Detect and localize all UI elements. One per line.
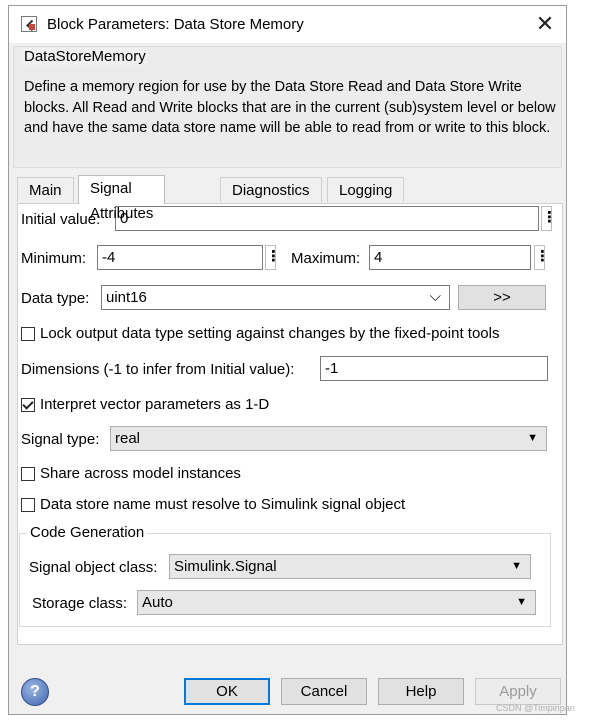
simulink-block-icon xyxy=(21,16,38,32)
maximum-field[interactable]: 4 xyxy=(369,245,531,270)
dimensions-field[interactable]: -1 xyxy=(320,356,548,381)
minimum-more-icon[interactable]: ⋮ xyxy=(265,245,281,270)
tab-diagnostics[interactable]: Diagnostics xyxy=(220,177,322,202)
resolve-signal-label: Data store name must resolve to Simulink… xyxy=(40,496,406,513)
data-type-combo[interactable]: uint16 ⌵ xyxy=(101,285,450,310)
initial-value-label: Initial value: xyxy=(21,211,101,228)
share-instances-label: Share across model instances xyxy=(40,465,241,482)
lock-output-label: Lock output data type setting against ch… xyxy=(40,325,500,342)
initial-value-more-icon[interactable]: ⋮ xyxy=(541,206,557,231)
signal-object-class-dropdown[interactable]: Simulink.Signal ▼ xyxy=(169,554,531,579)
minimum-field[interactable]: -4 xyxy=(97,245,263,270)
initial-value-field[interactable]: 0 xyxy=(115,206,539,231)
tab-main[interactable]: Main xyxy=(17,177,74,202)
apply-button[interactable]: Apply xyxy=(475,678,561,705)
tab-logging[interactable]: Logging xyxy=(327,177,405,202)
signal-object-class-label: Signal object class: xyxy=(29,559,158,576)
dimensions-label: Dimensions (-1 to infer from Initial val… xyxy=(21,361,295,378)
signal-type-value: real xyxy=(115,430,141,447)
cancel-button[interactable]: Cancel xyxy=(281,678,367,705)
code-generation-heading: Code Generation xyxy=(27,524,148,541)
minimum-label: Minimum: xyxy=(21,250,87,267)
data-type-assistant-button[interactable]: >> xyxy=(458,285,546,310)
interpret-vector-checkbox[interactable] xyxy=(21,398,35,412)
window-title: Block Parameters: Data Store Memory xyxy=(47,16,304,33)
interpret-vector-label: Interpret vector parameters as 1-D xyxy=(40,396,270,413)
watermark: CSDN @Timpinpan xyxy=(496,703,575,713)
lock-output-checkbox[interactable] xyxy=(21,327,35,341)
dropdown-arrow-icon: ▼ xyxy=(527,432,538,444)
help-button[interactable]: Help xyxy=(378,678,464,705)
storage-class-dropdown[interactable]: Auto ▼ xyxy=(137,590,536,615)
block-parameters-dialog: Block Parameters: Data Store Memory ✕ Da… xyxy=(8,5,567,715)
maximum-more-icon[interactable]: ⋮ xyxy=(534,245,550,270)
data-type-label: Data type: xyxy=(21,290,90,307)
ok-button[interactable]: OK xyxy=(184,678,270,705)
dropdown-arrow-icon: ▼ xyxy=(516,596,527,608)
storage-class-value: Auto xyxy=(142,594,173,611)
share-instances-checkbox[interactable] xyxy=(21,467,35,481)
signal-type-dropdown[interactable]: real ▼ xyxy=(110,426,547,451)
title-bar: Block Parameters: Data Store Memory ✕ xyxy=(9,6,566,43)
storage-class-label: Storage class: xyxy=(32,595,128,612)
maximum-label: Maximum: xyxy=(291,250,361,267)
tab-signal-attributes[interactable]: Signal Attributes xyxy=(78,175,166,222)
signal-object-class-value: Simulink.Signal xyxy=(174,558,277,575)
chevron-down-icon: ⌵ xyxy=(429,288,441,305)
data-type-value: uint16 xyxy=(106,289,147,306)
checkmark-icon xyxy=(22,398,34,410)
resolve-signal-checkbox[interactable] xyxy=(21,498,35,512)
help-question-icon[interactable]: ? xyxy=(21,678,49,706)
dropdown-arrow-icon: ▼ xyxy=(511,560,522,572)
signal-type-label: Signal type: xyxy=(21,431,100,448)
block-description: Define a memory region for use by the Da… xyxy=(24,79,556,136)
close-icon[interactable]: ✕ xyxy=(532,10,558,38)
block-type-heading: DataStoreMemory xyxy=(22,48,148,65)
